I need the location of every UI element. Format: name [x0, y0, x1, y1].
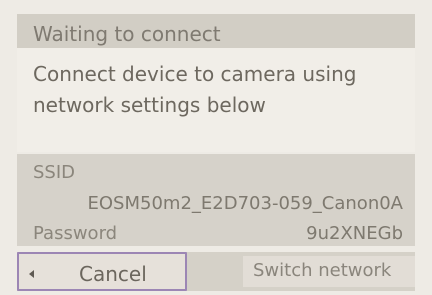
- switch-network-button[interactable]: Switch network: [243, 256, 415, 287]
- ssid-value: EOSM50m2_E2D703-059_Canon0A: [87, 193, 403, 214]
- instruction-line-1: Connect device to camera using: [33, 62, 357, 86]
- cancel-button[interactable]: Cancel: [17, 252, 187, 291]
- instruction-message: Connect device to camera using network s…: [17, 48, 415, 152]
- camera-connection-screen: Waiting to connect Connect device to cam…: [0, 0, 432, 295]
- password-label: Password: [33, 223, 118, 244]
- page-title: Waiting to connect: [33, 22, 221, 46]
- switch-network-label: Switch network: [253, 260, 392, 281]
- cancel-label: Cancel: [79, 262, 147, 286]
- network-info-panel: SSID EOSM50m2_E2D703-059_Canon0A Passwor…: [17, 154, 415, 246]
- title-bar: Waiting to connect: [17, 14, 415, 48]
- ssid-label: SSID: [33, 162, 76, 183]
- instruction-line-2: network settings below: [33, 93, 266, 117]
- password-value: 9u2XNEGb: [306, 223, 403, 244]
- button-bar: Cancel Switch network: [17, 252, 415, 291]
- back-arrow-icon: [29, 270, 34, 278]
